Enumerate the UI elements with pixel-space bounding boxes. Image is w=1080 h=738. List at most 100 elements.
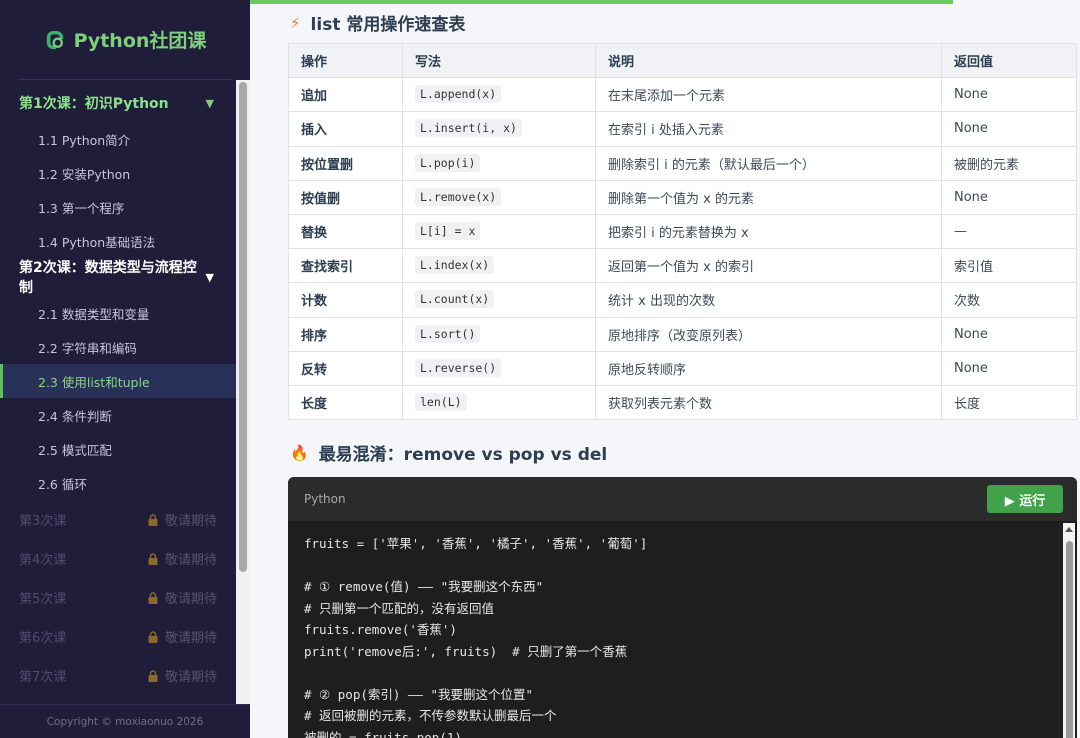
code-snippet: L.sort() [415,324,481,343]
coming-soon-text: 敬请期待 [164,631,217,646]
return-cell: 长度 [941,384,1077,421]
return-cell: 被删的元素 [941,145,1077,181]
table-row: 插入 L.insert(i, x) 在索引 i 处插入元素 None [288,111,1077,147]
lock-icon [148,630,158,643]
op-cell: 按位置删 [288,145,403,181]
desc-cell: 删除索引 i 的元素（默认最后一个） [595,145,942,181]
lesson-1-4[interactable]: 1.4 Python基础语法 [0,224,236,258]
syntax-cell: L.remove(x) [402,179,596,215]
code-scrollbar[interactable] [1063,523,1075,738]
code-snippet: L.append(x) [415,85,502,104]
syntax-cell: L.sort() [402,316,596,352]
lesson-2-1[interactable]: 2.1 数据类型和变量 [0,296,236,330]
desc-cell: 原地反转顺序 [595,350,942,386]
chapter-1-toggle[interactable]: 第1次课：初识Python ▼ [0,84,236,122]
lesson-1-2[interactable]: 1.2 安装Python [0,156,236,190]
op-cell: 按值删 [288,179,403,215]
code-scrollbar-thumb[interactable] [1066,541,1073,738]
col-header-syntax: 写法 [402,42,596,79]
code-language-label: Python [304,492,346,506]
op-cell: 计数 [288,282,403,318]
lesson-2-3-active[interactable]: 2.3 使用list和tuple [0,364,236,398]
table-row: 长度 len(L) 获取列表元素个数 长度 [288,384,1077,421]
run-button[interactable]: ▶ 运行 [987,485,1063,513]
code-line: fruits.remove('香蕉') [304,622,457,637]
course-nav: 第1次课：初识Python ▼ 1.1 Python简介 1.2 安装Pytho… [0,84,236,695]
locked-chapter-label: 第6次课 [19,631,67,646]
sidebar-scrollbar-thumb[interactable] [239,82,247,572]
code-line: print('remove后:', fruits) # 只删了第一个香蕉 [304,643,628,659]
code-editor[interactable]: fruits = ['苹果', '香蕉', '橘子', '香蕉', '葡萄'] … [304,533,647,738]
syntax-cell: L.pop(i) [402,145,596,181]
main-content: ⚡ list 常用操作速查表 操作 写法 说明 返回值 追加 L.append(x… [250,0,1080,738]
list-ops-table: 操作 写法 说明 返回值 追加 L.append(x) 在末尾添加一个元素 None … [288,42,1077,421]
fire-icon: 🔥 [290,443,309,462]
copyright-footer: Copyright © moxiaonuo 2026 [0,704,250,738]
lesson-1-3[interactable]: 1.3 第一个程序 [0,190,236,224]
app-title: Python社团课 [73,30,207,52]
table-row: 查找索引 L.index(x) 返回第一个值为 x 的索引 索引值 [288,248,1077,284]
op-cell: 反转 [288,350,403,386]
chevron-down-icon: ▼ [205,270,214,284]
table-row: 追加 L.append(x) 在末尾添加一个元素 None [288,77,1077,113]
scroll-up-arrow-icon[interactable] [1065,527,1073,532]
desc-cell: 返回第一个值为 x 的索引 [595,248,942,284]
col-header-op: 操作 [288,42,403,79]
lesson-1-1[interactable]: 1.1 Python简介 [0,122,236,156]
code-block-header: Python ▶ 运行 [288,477,1077,521]
code-snippet: L.pop(i) [415,153,481,172]
op-cell: 长度 [288,384,403,421]
table-row: 排序 L.sort() 原地排序（改变原列表） None [288,316,1077,352]
desc-cell: 原地排序（改变原列表） [595,316,942,352]
locked-chapter-6: 第6次课 敬请期待 [0,617,236,656]
desc-cell: 在末尾添加一个元素 [595,77,942,113]
desc-cell: 获取列表元素个数 [595,384,942,421]
locked-chapter-4: 第4次课 敬请期待 [0,539,236,578]
lock-icon [148,513,158,526]
chapter-2-toggle[interactable]: 第2次课：数据类型与流程控制 ▼ [0,258,236,296]
return-cell: — [941,213,1077,250]
sidebar-scrollbar[interactable] [236,80,250,704]
return-cell: None [941,111,1077,147]
chevron-down-icon: ▼ [205,96,214,110]
lock-icon [148,552,158,565]
locked-chapter-label: 第5次课 [19,592,67,607]
col-header-desc: 说明 [595,42,942,79]
return-cell: 次数 [941,282,1077,318]
coming-soon-text: 敬请期待 [164,670,217,685]
chapter-1-label: 第1次课：初识Python [19,96,169,112]
reading-progress-bar [250,0,953,4]
code-snippet: L.index(x) [415,256,495,275]
locked-chapter-label: 第4次课 [19,553,67,568]
lesson-2-2[interactable]: 2.2 字符串和编码 [0,330,236,364]
sidebar: Python社团课 第1次课：初识Python ▼ 1.1 Python简介 1… [0,0,250,738]
locked-chapter-label: 第7次课 [19,670,67,685]
table-row: 按值删 L.remove(x) 删除第一个值为 x 的元素 None [288,179,1077,215]
desc-cell: 统计 x 出现的次数 [595,282,942,318]
op-cell: 查找索引 [288,248,403,284]
desc-cell: 删除第一个值为 x 的元素 [595,179,942,215]
return-cell: None [941,350,1077,386]
lightning-icon: ⚡ [290,13,301,32]
lesson-2-4[interactable]: 2.4 条件判断 [0,398,236,432]
section-title: list 常用操作速查表 [310,15,466,35]
locked-chapter-5: 第5次课 敬请期待 [0,578,236,617]
logo[interactable]: Python社团课 [18,0,232,80]
syntax-cell: L.index(x) [402,248,596,284]
table-row: 反转 L.reverse() 原地反转顺序 None [288,350,1077,386]
coming-soon-text: 敬请期待 [164,514,217,529]
lesson-2-5[interactable]: 2.5 模式匹配 [0,432,236,466]
code-snippet: L.count(x) [415,290,495,309]
table-header-row: 操作 写法 说明 返回值 [288,42,1077,79]
table-row: 替换 L[i] = x 把索引 i 的元素替换为 x — [288,213,1077,250]
syntax-cell: L.insert(i, x) [402,111,596,147]
op-cell: 替换 [288,213,403,250]
return-cell: None [941,77,1077,113]
op-cell: 插入 [288,111,403,147]
col-header-return: 返回值 [941,42,1077,79]
lock-icon [148,669,158,682]
code-snippet: L.insert(i, x) [415,119,522,138]
lesson-2-6[interactable]: 2.6 循环 [0,466,236,500]
code-snippet: L.remove(x) [415,187,502,206]
